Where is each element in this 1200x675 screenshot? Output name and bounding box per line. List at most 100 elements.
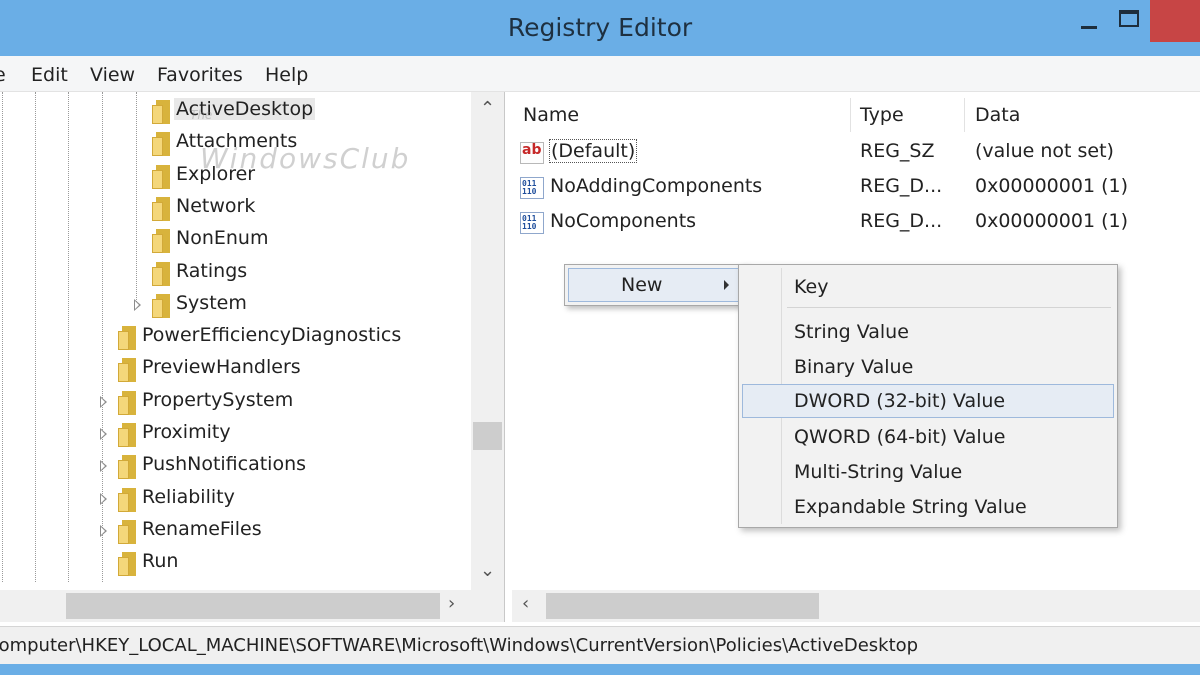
menu-edit[interactable]: Edit xyxy=(31,64,68,86)
value-type: REG_SZ xyxy=(860,140,935,162)
menu-item-label: Multi-String Value xyxy=(794,461,963,483)
value-data: 0x00000001 (1) xyxy=(975,210,1128,232)
folder-icon xyxy=(152,229,170,254)
menu-file[interactable]: e xyxy=(0,64,6,86)
value-name: (Default) xyxy=(549,139,638,163)
folder-icon xyxy=(118,552,136,577)
menu-item-label: DWORD (32-bit) Value xyxy=(794,390,1006,412)
window-bottom-border xyxy=(0,664,1200,675)
expand-arrow-icon[interactable] xyxy=(100,524,107,537)
string-value-icon: ab xyxy=(520,142,544,164)
tree-item-label: Ratings xyxy=(176,259,248,282)
minimize-button[interactable] xyxy=(1066,0,1110,40)
folder-icon xyxy=(152,196,170,221)
menu-view[interactable]: View xyxy=(90,64,135,86)
tree-item-label: PowerEfficiencyDiagnostics xyxy=(142,324,402,347)
column-separator[interactable] xyxy=(850,98,851,132)
values-horizontal-scrollbar[interactable]: ‹ xyxy=(512,590,1200,622)
expand-arrow-icon[interactable] xyxy=(134,298,141,311)
status-path: Computer\HKEY_LOCAL_MACHINE\SOFTWARE\Mic… xyxy=(0,635,919,656)
expand-arrow-icon[interactable] xyxy=(100,395,107,408)
menu-item-label: QWORD (64-bit) Value xyxy=(794,426,1006,448)
submenu-item-dword-value[interactable]: DWORD (32-bit) Value xyxy=(742,384,1114,418)
scroll-left-icon[interactable]: ‹ xyxy=(522,593,529,614)
tree-item-label: System xyxy=(176,291,247,314)
tree-item-label: Reliability xyxy=(142,485,235,508)
tree-horizontal-scrollbar[interactable]: › xyxy=(0,590,504,622)
submenu-item-multi-string-value[interactable]: Multi-String Value xyxy=(742,455,1114,489)
maximize-button[interactable] xyxy=(1110,0,1154,40)
new-submenu: Key String Value Binary Value DWORD (32-… xyxy=(738,264,1118,528)
value-type: REG_D... xyxy=(860,210,943,232)
tree-guide-line xyxy=(136,92,137,302)
title-bar: Registry Editor xyxy=(0,0,1200,56)
menu-item-label: String Value xyxy=(794,321,909,343)
watermark-text: WindowsClub xyxy=(200,142,411,175)
watermark-text: The xyxy=(190,108,213,122)
folder-icon xyxy=(118,358,136,383)
tree-guide-line xyxy=(68,92,69,582)
context-menu-item-new[interactable]: New xyxy=(568,268,744,302)
close-button[interactable] xyxy=(1150,0,1200,42)
folder-icon xyxy=(152,164,170,189)
value-name: NoAddingComponents xyxy=(550,175,763,197)
expand-arrow-icon[interactable] xyxy=(100,492,107,505)
column-header-data[interactable]: Data xyxy=(975,104,1020,126)
folder-icon xyxy=(118,519,136,544)
status-bar: Computer\HKEY_LOCAL_MACHINE\SOFTWARE\Mic… xyxy=(0,626,1200,664)
column-header-name[interactable]: Name xyxy=(523,104,579,126)
values-hscroll-thumb[interactable] xyxy=(546,593,819,619)
tree-item-label: NonEnum xyxy=(176,227,269,250)
menu-help[interactable]: Help xyxy=(265,64,308,86)
submenu-arrow-icon xyxy=(724,280,729,290)
submenu-item-string-value[interactable]: String Value xyxy=(742,315,1114,349)
submenu-item-key[interactable]: Key xyxy=(742,270,1114,304)
value-type: REG_D... xyxy=(860,175,943,197)
maximize-icon xyxy=(1119,10,1139,27)
tree-guide-line xyxy=(35,92,36,582)
folder-icon xyxy=(152,132,170,157)
folder-icon xyxy=(118,390,136,415)
folder-icon xyxy=(152,100,170,124)
watermark-logo: The WindowsClub xyxy=(190,108,460,178)
expand-arrow-icon[interactable] xyxy=(100,428,107,440)
value-data: (value not set) xyxy=(975,140,1114,162)
value-data: 0x00000001 (1) xyxy=(975,175,1128,197)
tree-item-label: Run xyxy=(142,550,179,573)
folder-icon xyxy=(118,455,136,480)
context-menu: New xyxy=(564,264,748,306)
binary-value-icon: 011 110 xyxy=(520,212,544,234)
column-separator[interactable] xyxy=(964,98,965,132)
submenu-item-binary-value[interactable]: Binary Value xyxy=(742,350,1114,384)
value-row[interactable]: ab (Default) REG_SZ (value not set) xyxy=(512,136,1200,170)
expand-arrow-icon[interactable] xyxy=(100,460,107,473)
tree-vertical-scrollbar[interactable]: ⌃ ⌄ xyxy=(471,92,504,590)
column-header-type[interactable]: Type xyxy=(860,104,904,126)
tree-item-label: Proximity xyxy=(142,421,231,443)
menu-separator xyxy=(787,307,1111,308)
scroll-right-icon[interactable]: › xyxy=(448,593,455,614)
menu-bar: e Edit View Favorites Help xyxy=(0,56,1200,92)
menu-item-label: Binary Value xyxy=(794,356,914,378)
menu-item-label: Expandable String Value xyxy=(794,496,1027,518)
submenu-item-expandable-string-value[interactable]: Expandable String Value xyxy=(742,490,1114,524)
folder-icon xyxy=(118,326,136,351)
value-name: NoComponents xyxy=(550,210,697,232)
menu-item-label: New xyxy=(621,274,663,296)
tree-scroll-thumb[interactable] xyxy=(473,422,502,450)
scroll-up-icon[interactable]: ⌃ xyxy=(480,98,495,119)
tree-item-label: PropertySystem xyxy=(142,388,294,411)
folder-icon xyxy=(152,261,170,286)
tree-item-label: PushNotifications xyxy=(142,453,307,476)
value-row[interactable]: 011 110 NoAddingComponents REG_D... 0x000… xyxy=(512,171,1200,205)
submenu-item-qword-value[interactable]: QWORD (64-bit) Value xyxy=(742,420,1114,454)
tree-item-label: PreviewHandlers xyxy=(142,356,301,379)
menu-favorites[interactable]: Favorites xyxy=(157,64,243,86)
scroll-down-icon[interactable]: ⌄ xyxy=(480,560,495,581)
minimize-icon xyxy=(1081,26,1097,29)
binary-value-icon: 011 110 xyxy=(520,177,544,199)
value-row[interactable]: 011 110 NoComponents REG_D... 0x00000001 … xyxy=(512,206,1200,240)
window-title: Registry Editor xyxy=(507,13,693,42)
folder-icon xyxy=(152,293,170,318)
tree-hscroll-thumb[interactable] xyxy=(66,593,440,619)
